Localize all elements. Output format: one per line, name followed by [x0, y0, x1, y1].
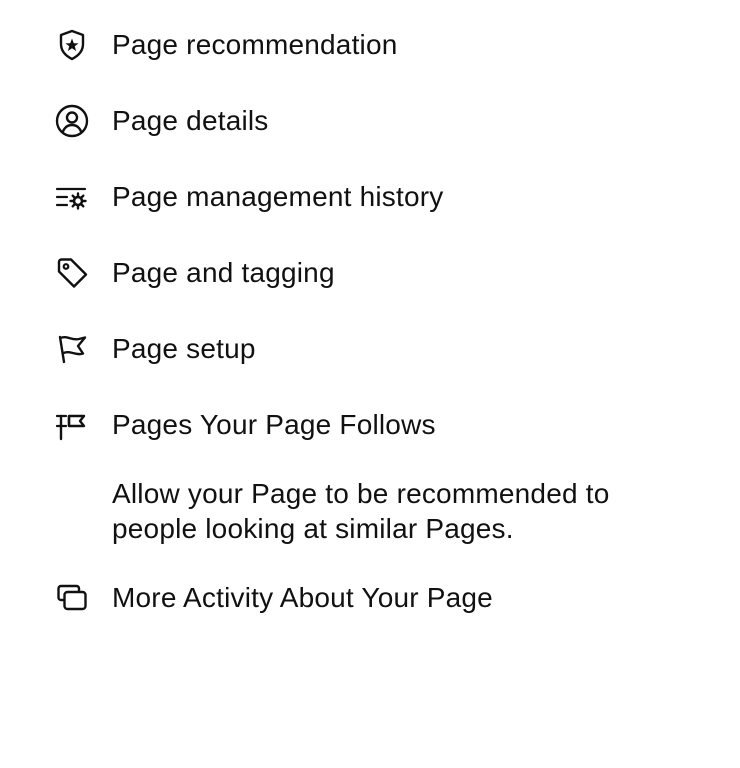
description-line: Allow your Page to be recommended to [112, 478, 610, 509]
shield-star-icon [52, 25, 92, 65]
description-line: people looking at similar Pages. [112, 513, 514, 544]
list-gear-icon [52, 177, 92, 217]
menu-item-page-details[interactable]: Page details [0, 93, 740, 149]
menu-item-label: More Activity About Your Page [112, 582, 493, 613]
menu-item-page-setup[interactable]: Page setup [0, 321, 740, 377]
menu-item-label: Page and tagging [112, 257, 335, 288]
menu-item-page-recommendation[interactable]: Page recommendation [0, 17, 740, 73]
tag-icon [52, 253, 92, 293]
menu-item-label: Page details [112, 105, 269, 136]
flag-post-icon [52, 405, 92, 445]
flag-icon [52, 329, 92, 369]
menu-item-page-management-history[interactable]: Page management history [0, 169, 740, 225]
user-circle-icon [52, 101, 92, 141]
recommendation-description: Allow your Page to be recommended to peo… [112, 476, 712, 546]
menu-item-label: Page setup [112, 333, 256, 364]
menu-item-label: Page management history [112, 181, 444, 212]
menu-item-more-activity[interactable]: More Activity About Your Page [0, 570, 740, 626]
menu-item-label: Pages Your Page Follows [112, 409, 436, 440]
menu-item-pages-your-page-follows[interactable]: Pages Your Page Follows [0, 397, 740, 453]
menu-item-page-and-tagging[interactable]: Page and tagging [0, 245, 740, 301]
stacked-squares-icon [52, 578, 92, 618]
menu-item-label: Page recommendation [112, 29, 398, 60]
